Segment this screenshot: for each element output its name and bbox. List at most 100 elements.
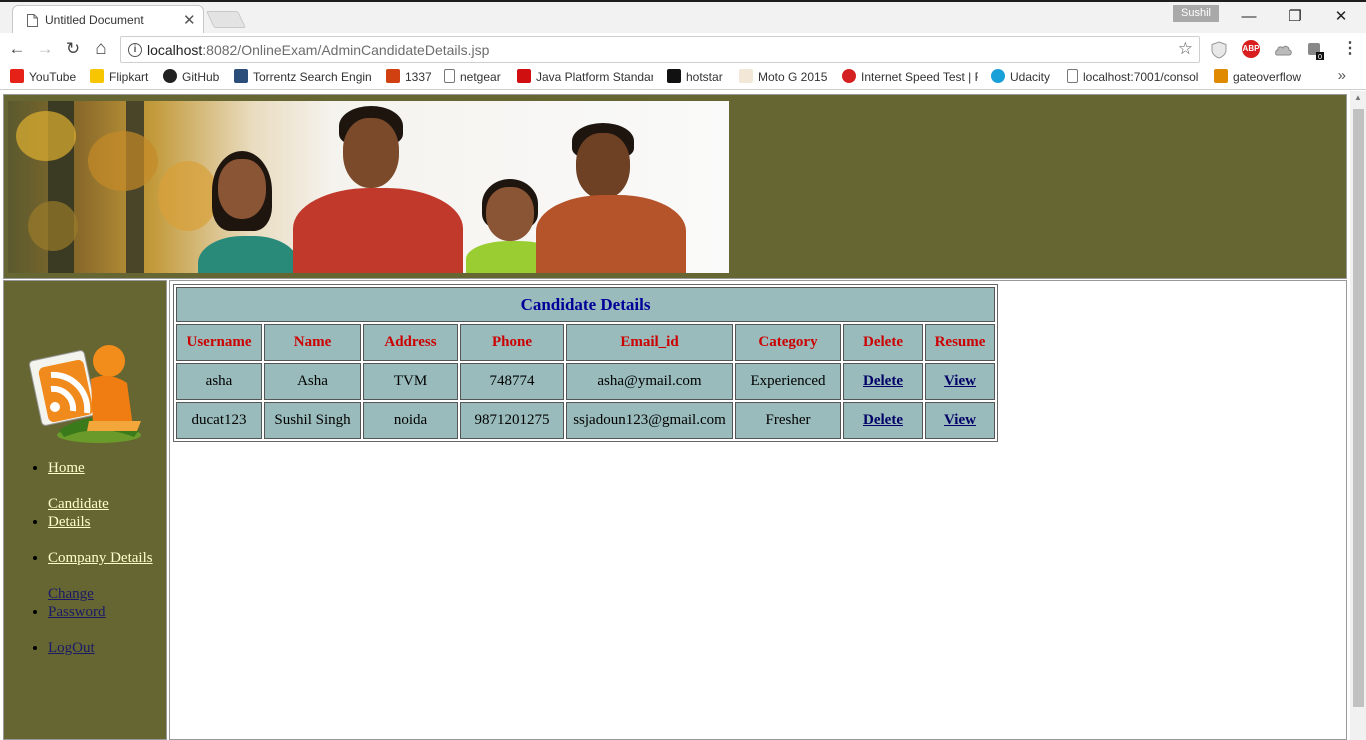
udacity-icon xyxy=(991,69,1005,83)
bookmark-item[interactable]: Udacity xyxy=(991,69,1055,86)
cell-resume: View xyxy=(925,363,995,400)
banner-photo xyxy=(8,101,729,273)
cell-username: ducat123 xyxy=(176,402,262,439)
scroll-thumb[interactable] xyxy=(1353,109,1364,707)
gateoverflow-icon xyxy=(1214,69,1228,83)
bookmark-star-icon[interactable]: ☆ xyxy=(1178,39,1193,59)
bookmark-item[interactable]: localhost:7001/consol xyxy=(1067,69,1201,86)
bookmark-label: GitHub xyxy=(182,70,220,84)
url-host: localhost xyxy=(147,42,203,58)
column-header-address: Address xyxy=(363,324,458,361)
browser-tab[interactable]: Untitled Document ✕ xyxy=(12,5,204,35)
delete-link[interactable]: Delete xyxy=(863,373,903,389)
cell-address: noida xyxy=(363,402,458,439)
bookmark-item[interactable]: GitHub xyxy=(163,69,225,86)
bookmarks-more-icon[interactable]: » xyxy=(1338,67,1346,84)
page-icon xyxy=(1067,69,1078,83)
bookmark-item[interactable]: Torrentz Search Engin xyxy=(234,69,372,86)
address-bar[interactable]: i localhost:8082/OnlineExam/AdminCandida… xyxy=(120,36,1200,63)
svg-text:0: 0 xyxy=(1318,53,1322,60)
column-header-category: Category xyxy=(735,324,841,361)
bookmark-label: netgear xyxy=(460,70,501,84)
puzzle-badge-icon[interactable]: 0 xyxy=(1306,40,1326,60)
bookmark-item[interactable]: hotstar xyxy=(667,69,727,86)
url-path: :8082/OnlineExam/AdminCandidateDetails.j… xyxy=(202,42,490,58)
cell-delete: Delete xyxy=(843,363,923,400)
sidebar-item-company-details: Company Details xyxy=(48,549,168,567)
cell-delete: Delete xyxy=(843,402,923,439)
sidebar-item-home: Home xyxy=(48,459,168,477)
menu-icon[interactable]: ⋮ xyxy=(1342,38,1358,58)
forward-icon[interactable]: → xyxy=(34,38,56,60)
sidebar-item-change-password: Change Password xyxy=(48,585,168,621)
bookmark-item[interactable]: gateoverflow xyxy=(1214,69,1306,86)
abp-icon[interactable]: ABP xyxy=(1242,40,1260,58)
scroll-up-icon[interactable]: ▲ xyxy=(1350,93,1366,105)
candidate-details-link[interactable]: Candidate Details xyxy=(48,495,138,531)
view-resume-link[interactable]: View xyxy=(944,373,976,389)
column-header-resume: Resume xyxy=(925,324,995,361)
bookmark-item[interactable]: Flipkart xyxy=(90,69,156,86)
logout-link[interactable]: LogOut xyxy=(48,640,95,656)
tab-close-icon[interactable]: ✕ xyxy=(183,11,196,29)
bookmark-item[interactable]: netgear xyxy=(444,69,508,86)
youtube-icon xyxy=(10,69,24,83)
browser-tabstrip: Untitled Document ✕ Sushil — ❐ ✕ xyxy=(0,0,1366,35)
change-password-link[interactable]: Change Password xyxy=(48,585,138,621)
xda-icon xyxy=(739,69,753,83)
home-link[interactable]: Home xyxy=(48,460,85,476)
new-tab-button[interactable] xyxy=(206,11,246,28)
bookmark-item[interactable]: 1337 xyxy=(386,69,432,86)
table-title: Candidate Details xyxy=(176,287,995,322)
bookmark-label: hotstar xyxy=(686,70,723,84)
vertical-scrollbar[interactable]: ▲ xyxy=(1350,91,1366,740)
sidebar: Home Candidate Details Company Details C… xyxy=(3,280,167,740)
shield-icon[interactable] xyxy=(1211,41,1227,59)
column-header-phone: Phone xyxy=(460,324,564,361)
restore-button[interactable]: ❐ xyxy=(1272,6,1318,30)
delete-link[interactable]: Delete xyxy=(863,412,903,428)
column-header-delete: Delete xyxy=(843,324,923,361)
bookmark-label: Internet Speed Test | F xyxy=(861,70,978,84)
bookmark-item[interactable]: Moto G 2015 xyxy=(739,69,829,86)
view-resume-link[interactable]: View xyxy=(944,412,976,428)
hotstar-icon xyxy=(667,69,681,83)
column-header-name: Name xyxy=(264,324,361,361)
cell-resume: View xyxy=(925,402,995,439)
bookmark-label: YouTube xyxy=(29,70,77,84)
cell-category: Experienced xyxy=(735,363,841,400)
table-row: asha Asha TVM 748774 asha@ymail.com Expe… xyxy=(176,363,995,400)
flipkart-icon xyxy=(90,69,104,83)
page-icon xyxy=(444,69,455,83)
profile-button[interactable]: Sushil xyxy=(1173,5,1219,22)
bookmark-label: 1337 xyxy=(405,70,432,84)
bookmark-label: Moto G 2015 xyxy=(758,70,828,84)
table-header-row: Username Name Address Phone Email_id Cat… xyxy=(176,324,995,361)
info-icon[interactable]: i xyxy=(128,43,142,57)
bookmark-item[interactable]: Java Platform Standar xyxy=(517,69,653,86)
torrentz-icon xyxy=(234,69,248,83)
home-icon[interactable]: ⌂ xyxy=(90,38,112,60)
reload-icon[interactable]: ↻ xyxy=(62,38,84,60)
bookmark-label: Flipkart xyxy=(109,70,149,84)
url-text[interactable]: localhost:8082/OnlineExam/AdminCandidate… xyxy=(147,42,489,58)
back-icon[interactable]: ← xyxy=(6,38,28,60)
cell-phone: 9871201275 xyxy=(460,402,564,439)
bookmark-item[interactable]: Internet Speed Test | F xyxy=(842,69,978,86)
cloud-icon[interactable] xyxy=(1273,41,1293,57)
bookmark-item[interactable]: YouTube xyxy=(10,69,80,86)
cell-category: Fresher xyxy=(735,402,841,439)
minimize-button[interactable]: — xyxy=(1226,6,1272,30)
bookmarks-bar: » YouTube Flipkart GitHub Torrentz Search E… xyxy=(0,65,1366,90)
bookmark-label: Udacity xyxy=(1010,70,1051,84)
speed-icon xyxy=(842,69,856,83)
bookmark-label: Java Platform Standar xyxy=(536,70,653,84)
table-row: ducat123 Sushil Singh noida 9871201275 s… xyxy=(176,402,995,439)
cell-email: asha@ymail.com xyxy=(566,363,733,400)
sidebar-item-candidate-details: Candidate Details xyxy=(48,495,168,531)
oracle-icon xyxy=(517,69,531,83)
candidate-table: Candidate Details Username Name Address … xyxy=(173,284,998,442)
cell-phone: 748774 xyxy=(460,363,564,400)
company-details-link[interactable]: Company Details xyxy=(48,550,153,566)
close-window-button[interactable]: ✕ xyxy=(1318,6,1364,30)
